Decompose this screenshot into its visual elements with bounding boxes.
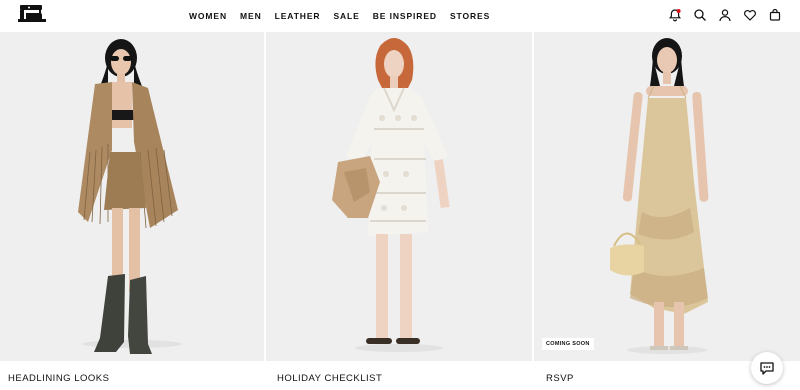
model-fringe-suede-illustration	[78, 39, 182, 354]
card-caption[interactable]: HOLIDAY CHECKLIST	[277, 373, 382, 384]
model-crochet-dress-illustration	[332, 38, 450, 352]
editorial-photo-crochet-dress-look[interactable]	[266, 32, 532, 361]
header-actions	[659, 7, 784, 23]
nav-item-be-inspired[interactable]: BE INSPIRED	[373, 11, 437, 21]
shopping-bag-icon[interactable]	[766, 7, 784, 23]
sewing-machine-logo-icon	[18, 5, 46, 22]
editorial-card[interactable]: HEADLINING LOOKS	[0, 32, 264, 390]
nav-item-men[interactable]: MEN	[240, 11, 262, 21]
card-caption[interactable]: RSVP	[546, 373, 574, 384]
card-caption[interactable]: HEADLINING LOOKS	[8, 373, 109, 384]
model-lace-slip-dress-illustration	[610, 38, 709, 354]
brand-logo[interactable]	[17, 4, 47, 24]
nav-item-women[interactable]: WOMEN	[189, 11, 227, 21]
search-icon[interactable]	[691, 7, 709, 23]
wishlist-heart-icon[interactable]	[741, 7, 759, 23]
nav-item-stores[interactable]: STORES	[450, 11, 490, 21]
chat-bubble-icon	[760, 362, 774, 375]
editorial-card[interactable]: HOLIDAY CHECKLIST	[266, 32, 532, 390]
account-icon[interactable]	[716, 7, 734, 23]
nav-item-leather[interactable]: LEATHER	[275, 11, 321, 21]
notification-icon[interactable]	[666, 7, 684, 23]
chat-support-button[interactable]	[751, 352, 783, 384]
editorial-card[interactable]: COMING SOON RSVP	[534, 32, 800, 390]
nav-item-sale[interactable]: SALE	[333, 11, 359, 21]
site-header: WOMEN MEN LEATHER SALE BE INSPIRED STORE…	[0, 0, 800, 32]
editorial-photo-fringe-suede-look[interactable]	[0, 32, 264, 361]
editorial-photo-lace-slip-dress-look[interactable]: COMING SOON	[534, 32, 800, 361]
coming-soon-badge: COMING SOON	[542, 338, 594, 350]
main-nav: WOMEN MEN LEATHER SALE BE INSPIRED STORE…	[189, 0, 503, 32]
editorial-grid: HEADLINING LOOKS HOLIDAY CHECKLIST COMIN…	[0, 32, 800, 390]
